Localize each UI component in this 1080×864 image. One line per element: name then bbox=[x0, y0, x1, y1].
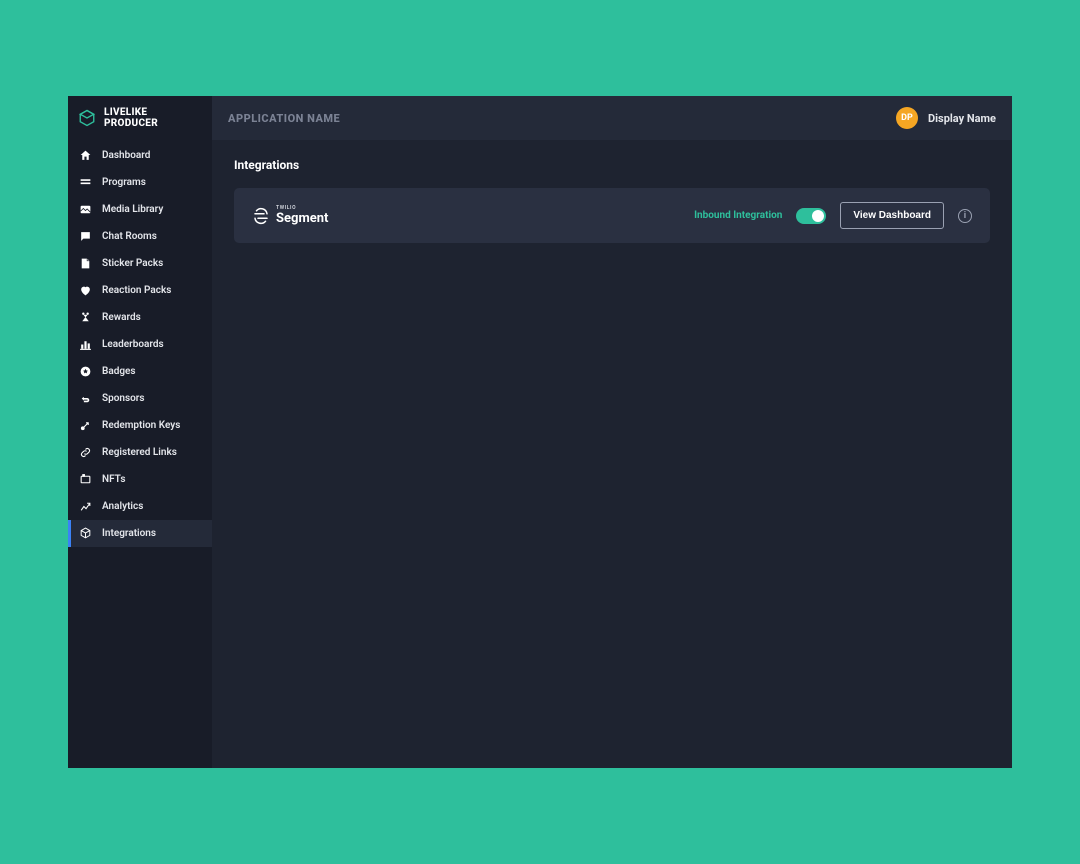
sidebar-item-label: Sticker Packs bbox=[102, 258, 163, 269]
brand-label: LIVELIKE PRODUCER bbox=[104, 107, 202, 129]
integration-controls: Inbound Integration View Dashboard i bbox=[694, 202, 972, 229]
brand: LIVELIKE PRODUCER bbox=[68, 96, 212, 140]
chat-icon bbox=[78, 230, 92, 244]
sidebar-item-label: Integrations bbox=[102, 528, 156, 539]
sidebar-item-reaction-packs[interactable]: Reaction Packs bbox=[68, 277, 212, 304]
home-icon bbox=[78, 149, 92, 163]
sidebar-item-badges[interactable]: Badges bbox=[68, 358, 212, 385]
sidebar-item-label: Reaction Packs bbox=[102, 285, 171, 296]
sidebar-item-registered-links[interactable]: Registered Links bbox=[68, 439, 212, 466]
inbound-integration-label: Inbound Integration bbox=[694, 210, 782, 221]
sidebar-item-label: Badges bbox=[102, 366, 136, 377]
sidebar-item-label: Chat Rooms bbox=[102, 231, 157, 242]
sidebar-item-label: Dashboard bbox=[102, 150, 150, 161]
sidebar-item-label: Redemption Keys bbox=[102, 420, 180, 431]
avatar: DP bbox=[896, 107, 918, 129]
sidebar-item-programs[interactable]: Programs bbox=[68, 169, 212, 196]
sidebar-item-sponsors[interactable]: Sponsors bbox=[68, 385, 212, 412]
sticker-icon bbox=[78, 257, 92, 271]
sidebar-item-nfts[interactable]: NFTs bbox=[68, 466, 212, 493]
topbar: APPLICATION NAME DP Display Name bbox=[212, 96, 1012, 140]
segment-logo-icon bbox=[252, 207, 270, 225]
sidebar-item-media-library[interactable]: Media Library bbox=[68, 196, 212, 223]
integration-card-segment: TWILIO Segment Inbound Integration View … bbox=[234, 188, 990, 243]
sidebar-item-redemption-keys[interactable]: Redemption Keys bbox=[68, 412, 212, 439]
sidebar-item-label: Registered Links bbox=[102, 447, 177, 458]
programs-icon bbox=[78, 176, 92, 190]
sponsors-icon bbox=[78, 392, 92, 406]
sidebar-item-rewards[interactable]: Rewards bbox=[68, 304, 212, 331]
sidebar-item-label: Media Library bbox=[102, 204, 163, 215]
rewards-icon bbox=[78, 311, 92, 325]
reaction-icon bbox=[78, 284, 92, 298]
sidebar-item-sticker-packs[interactable]: Sticker Packs bbox=[68, 250, 212, 277]
sidebar-item-dashboard[interactable]: Dashboard bbox=[68, 142, 212, 169]
sidebar-item-label: Leaderboards bbox=[102, 339, 164, 350]
keys-icon bbox=[78, 419, 92, 433]
sidebar: LIVELIKE PRODUCER Dashboard Programs Med… bbox=[68, 96, 212, 768]
sidebar-item-chat-rooms[interactable]: Chat Rooms bbox=[68, 223, 212, 250]
nfts-icon bbox=[78, 473, 92, 487]
content: Integrations TWILIO Segment bbox=[212, 140, 1012, 768]
integration-vendor: TWILIO Segment bbox=[252, 206, 328, 225]
sidebar-item-leaderboards[interactable]: Leaderboards bbox=[68, 331, 212, 358]
vendor-name: Segment bbox=[276, 212, 328, 225]
sidebar-nav: Dashboard Programs Media Library Chat Ro… bbox=[68, 140, 212, 547]
sidebar-item-label: Analytics bbox=[102, 501, 143, 512]
sidebar-item-label: Programs bbox=[102, 177, 146, 188]
analytics-icon bbox=[78, 500, 92, 514]
badges-icon bbox=[78, 365, 92, 379]
inbound-toggle[interactable] bbox=[796, 208, 826, 224]
links-icon bbox=[78, 446, 92, 460]
main: APPLICATION NAME DP Display Name Integra… bbox=[212, 96, 1012, 768]
sidebar-item-analytics[interactable]: Analytics bbox=[68, 493, 212, 520]
sidebar-item-label: Sponsors bbox=[102, 393, 145, 404]
brand-logo-icon bbox=[78, 109, 96, 127]
user-name: Display Name bbox=[928, 112, 996, 125]
page-title: Integrations bbox=[234, 158, 990, 172]
leaderboard-icon bbox=[78, 338, 92, 352]
sidebar-item-integrations[interactable]: Integrations bbox=[68, 520, 212, 547]
toggle-knob bbox=[812, 210, 824, 222]
user-menu[interactable]: DP Display Name bbox=[896, 107, 996, 129]
view-dashboard-button[interactable]: View Dashboard bbox=[840, 202, 944, 229]
sidebar-item-label: NFTs bbox=[102, 474, 126, 485]
app-window: LIVELIKE PRODUCER Dashboard Programs Med… bbox=[68, 96, 1012, 768]
media-icon bbox=[78, 203, 92, 217]
sidebar-item-label: Rewards bbox=[102, 312, 141, 323]
info-icon[interactable]: i bbox=[958, 209, 972, 223]
integrations-icon bbox=[78, 527, 92, 541]
application-name: APPLICATION NAME bbox=[228, 112, 340, 125]
